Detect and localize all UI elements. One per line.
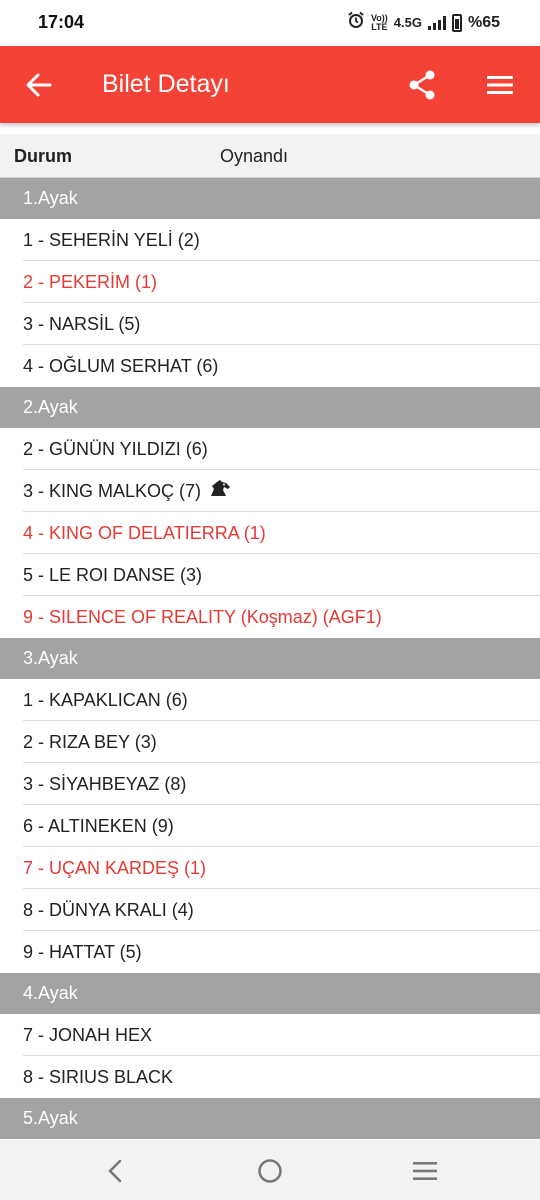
leg-header: 1.Ayak [0, 178, 540, 219]
horse-row[interactable]: 7 - JONAH HEX [0, 1014, 540, 1056]
share-icon[interactable] [402, 66, 442, 104]
horse-row[interactable]: 2 - PEKERİM (1) [0, 261, 540, 303]
horse-label: 2 - GÜNÜN YILDIZI (6) [23, 439, 208, 459]
horse-label: 7 - JONAH HEX [23, 1025, 153, 1045]
network-indicator: Vo)) LTE [371, 13, 388, 32]
status-value: Oynandı [220, 146, 289, 166]
nav-home-icon[interactable] [255, 1156, 285, 1186]
hamburger-menu-icon[interactable] [480, 66, 520, 104]
app-bar: Bilet Detayı [0, 46, 540, 123]
nav-recents-icon[interactable] [410, 1156, 440, 1186]
horse-row[interactable]: 7 - UÇAN KARDEŞ (1) [0, 847, 540, 889]
page-title: Bilet Detayı [102, 70, 230, 98]
horse-label: 4 - OĞLUM SERHAT (6) [23, 356, 219, 376]
horse-row[interactable]: 2 - RIZA BEY (3) [0, 721, 540, 763]
horse-label: 5 - LE ROI DANSE (3) [23, 565, 203, 585]
horse-label: 3 - KING MALKOÇ (7) [23, 481, 202, 501]
horse-label: 7 - UÇAN KARDEŞ (1) [23, 858, 207, 878]
status-bar: 17:04 Vo)) LTE 4.5G %65 [0, 0, 540, 46]
status-icons: Vo)) LTE 4.5G %65 [347, 11, 500, 34]
status-label: Durum [14, 146, 72, 166]
lte-label: LTE [371, 21, 388, 32]
signal-icon [427, 15, 446, 30]
horse-label: 3 - SİYAHBEYAZ (8) [23, 774, 187, 794]
horse-row[interactable]: 3 - NARSİL (5) [0, 303, 540, 345]
nav-back-icon[interactable] [100, 1156, 130, 1186]
status-time: 17:04 [38, 12, 85, 32]
horse-label: 2 - PEKERİM (1) [23, 272, 158, 292]
legs-list[interactable]: 1.Ayak 1 - SEHERİN YELİ (2) 2 - PEKERİM (1… [0, 178, 540, 1140]
back-arrow-icon[interactable] [20, 66, 58, 104]
horse-label: 6 - ALTINEKEN (9) [23, 816, 174, 836]
system-nav-bar [0, 1140, 540, 1200]
network-type: 4.5G [393, 15, 422, 30]
horse-row[interactable]: 9 - SILENCE OF REALITY (Koşmaz) (AGF1) [0, 596, 540, 638]
horse-row[interactable]: 4 - OĞLUM SERHAT (6) [0, 345, 540, 387]
horse-label: 3 - NARSİL (5) [23, 314, 141, 334]
horse-row[interactable]: 3 - KING MALKOÇ (7) [0, 470, 540, 512]
horse-row[interactable]: 6 - ALTINEKEN (9) [0, 805, 540, 847]
leg-header: 5.Ayak [0, 1098, 540, 1139]
horse-label: 1 - KAPAKLICAN (6) [23, 690, 188, 710]
horse-label: 2 - RIZA BEY (3) [23, 732, 157, 752]
battery-icon [451, 13, 462, 32]
status-row: Durum Oynandı [0, 134, 540, 178]
alarm-icon [347, 11, 365, 34]
horse-label: 9 - HATTAT (5) [23, 942, 142, 962]
horse-row[interactable]: 9 - HATTAT (5) [0, 931, 540, 973]
leg-header: 2.Ayak [0, 387, 540, 428]
battery-percent: %65 [467, 13, 500, 31]
horse-label: 1 - SEHERİN YELİ (2) [23, 230, 200, 250]
horse-row[interactable]: 2 - GÜNÜN YILDIZI (6) [0, 428, 540, 470]
horse-label: 8 - DÜNYA KRALI (4) [23, 900, 194, 920]
horse-row[interactable]: 8 - DÜNYA KRALI (4) [0, 889, 540, 931]
horse-head-icon [209, 479, 231, 502]
horse-row[interactable]: 1 - SEHERİN YELİ (2) [0, 219, 540, 261]
leg-header: 4.Ayak [0, 973, 540, 1014]
horse-row[interactable]: 1 - KAPAKLICAN (6) [0, 679, 540, 721]
leg-header: 3.Ayak [0, 638, 540, 679]
horse-row[interactable]: 3 - SİYAHBEYAZ (8) [0, 763, 540, 805]
horse-label: 8 - SIRIUS BLACK [23, 1067, 174, 1087]
horse-row[interactable]: 5 - LE ROI DANSE (3) [0, 554, 540, 596]
horse-row[interactable]: 4 - KING OF DELATIERRA (1) [0, 512, 540, 554]
horse-row[interactable]: 8 - SIRIUS BLACK [0, 1056, 540, 1098]
horse-label: 9 - SILENCE OF REALITY (Koşmaz) (AGF1) [23, 607, 382, 627]
horse-label: 4 - KING OF DELATIERRA (1) [23, 523, 266, 543]
